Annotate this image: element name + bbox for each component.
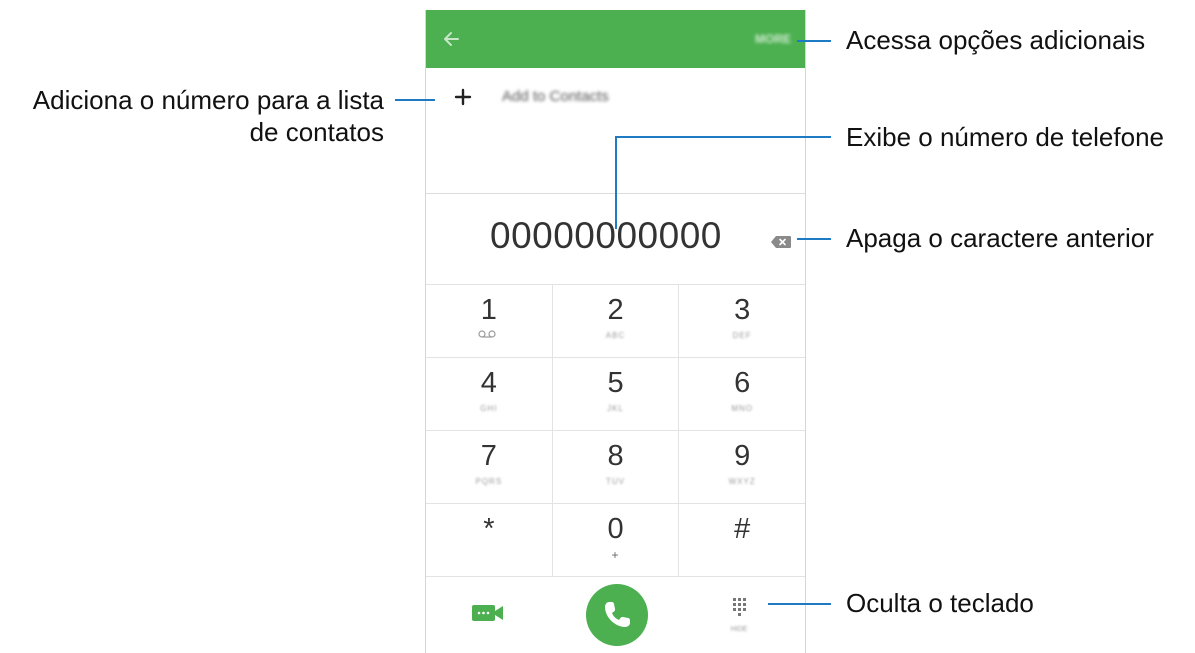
callout-more-options: Acessa opções adicionais	[846, 25, 1146, 55]
key-star[interactable]: *	[426, 504, 553, 576]
key-letters: GHI	[480, 404, 498, 413]
key-2[interactable]: 2 ABC	[553, 285, 680, 357]
call-button[interactable]	[586, 584, 648, 646]
more-options-button[interactable]: MORE	[747, 28, 799, 50]
key-0[interactable]: 0 +	[553, 504, 680, 576]
key-4[interactable]: 4 GHI	[426, 358, 553, 430]
hide-keypad-button[interactable]: HIDE	[724, 596, 754, 640]
hide-keypad-label: HIDE	[730, 626, 748, 633]
key-digit: 0	[607, 513, 624, 545]
key-digit: 5	[607, 367, 624, 399]
key-6[interactable]: 6 MNO	[679, 358, 805, 430]
key-letters: DEF	[732, 331, 752, 340]
callout-line	[395, 99, 435, 101]
key-8[interactable]: 8 TUV	[553, 431, 680, 503]
key-digit: 1	[480, 294, 497, 326]
keypad-row: 7 PQRS 8 TUV 9 WXYZ	[426, 431, 805, 504]
add-to-contacts-row[interactable]: Add to Contacts	[426, 68, 805, 132]
key-letters: ABC	[605, 331, 626, 340]
callout-add-contact-line2: de contatos	[249, 117, 384, 147]
key-5[interactable]: 5 JKL	[553, 358, 680, 430]
key-9[interactable]: 9 WXYZ	[679, 431, 805, 503]
key-digit: 3	[734, 294, 751, 326]
callout-line	[615, 136, 617, 229]
key-plus: +	[611, 548, 620, 562]
back-arrow-icon	[444, 32, 459, 46]
key-digit: *	[483, 513, 495, 545]
app-bar: MORE	[426, 10, 805, 68]
dialed-number: 00000000000	[490, 215, 722, 256]
key-digit: 8	[607, 440, 624, 472]
add-to-contacts-label: Add to Contacts	[502, 88, 609, 105]
callout-line	[615, 136, 831, 138]
key-1[interactable]: 1	[426, 285, 553, 357]
key-letters: TUV	[606, 477, 625, 486]
callout-delete-char: Apaga o caractere anterior	[846, 223, 1154, 253]
key-digit: 6	[734, 367, 751, 399]
key-digit: 2	[607, 294, 624, 326]
callout-line	[797, 238, 831, 240]
key-letters: PQRS	[475, 477, 503, 486]
key-3[interactable]: 3 DEF	[679, 285, 805, 357]
backspace-icon[interactable]	[770, 235, 792, 249]
callout-line	[768, 603, 831, 605]
key-letters: MNO	[731, 404, 754, 413]
back-button[interactable]	[436, 24, 468, 54]
keypad-row: 1 2 ABC 3 DEF	[426, 285, 805, 358]
key-digit: 9	[734, 440, 751, 472]
key-digit: 7	[480, 440, 497, 472]
callout-add-contact-line1: Adiciona o número para a lista	[32, 85, 384, 115]
keypad-row: 4 GHI 5 JKL 6 MNO	[426, 358, 805, 431]
callout-hide-keypad: Oculta o teclado	[846, 588, 1034, 618]
key-digit: #	[734, 513, 751, 545]
call-actions-row: HIDE	[426, 572, 805, 653]
plus-icon	[454, 88, 472, 106]
dialpad-icon	[733, 598, 746, 616]
keypad: 1 2 ABC 3 DEF 4 GHI 5 JKL 6 MNO 7 PQRS 8…	[426, 284, 805, 577]
video-call-icon[interactable]	[471, 602, 505, 624]
callout-show-number: Exibe o número de telefone	[846, 122, 1164, 152]
key-letters: WXYZ	[728, 477, 756, 486]
keypad-row: * 0 + #	[426, 504, 805, 577]
key-7[interactable]: 7 PQRS	[426, 431, 553, 503]
voicemail-icon	[478, 330, 496, 338]
callout-line	[797, 40, 831, 42]
phone-dialer-screen: MORE Add to Contacts 00000000000 1 2 ABC…	[425, 10, 806, 653]
key-digit: 4	[480, 367, 497, 399]
key-letters: JKL	[607, 404, 624, 413]
phone-icon	[605, 602, 630, 627]
key-hash[interactable]: #	[679, 504, 805, 576]
